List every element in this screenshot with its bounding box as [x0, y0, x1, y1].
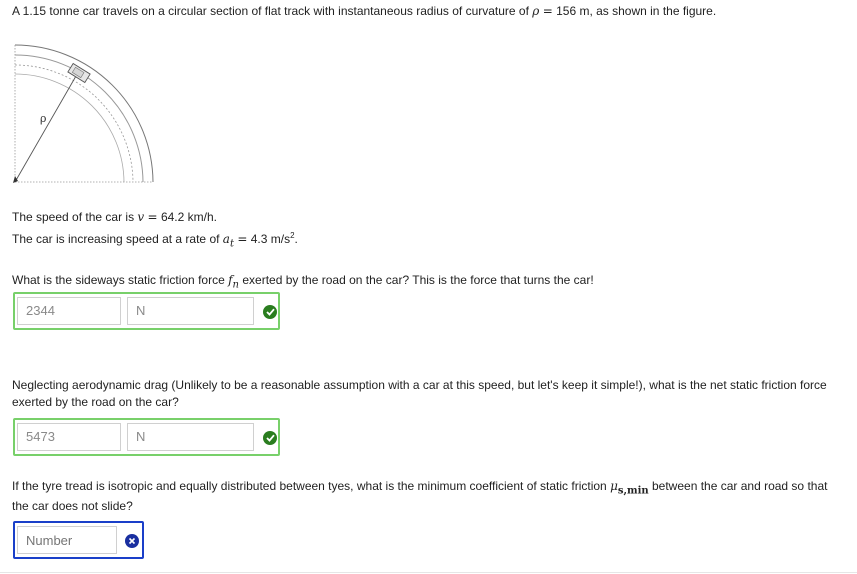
question-1-text: What is the sideways static friction for…	[12, 273, 594, 290]
q3-prefix: If the tyre tread is isotropic and equal…	[12, 479, 607, 493]
car-icon	[67, 62, 91, 84]
track-figure: ρ	[13, 44, 154, 183]
question-3-line-2: the car does not slide?	[12, 499, 133, 513]
answer-box-3	[13, 521, 144, 559]
acceleration-text: The car is increasing speed at a rate of…	[12, 231, 298, 249]
answer-box-2: 5473 N	[13, 418, 280, 456]
q3-suffix: between the car and road so that	[652, 479, 828, 493]
a-symbol: a	[222, 232, 230, 246]
question-2-line-2: exerted by the road on the car?	[12, 395, 179, 409]
question-3-line-1: If the tyre tread is isotropic and equal…	[12, 479, 827, 496]
f-subscript: n	[232, 279, 239, 291]
q1-suffix: exerted by the road on the car? This is …	[242, 273, 594, 287]
answer-input-2[interactable]: 5473	[17, 423, 121, 451]
equals-sign: =	[147, 210, 158, 224]
question-2-line-1: Neglecting aerodynamic drag (Unlikely to…	[12, 378, 827, 392]
unit-field-1[interactable]: N	[127, 297, 254, 325]
unit-field-2[interactable]: N	[127, 423, 254, 451]
equals-sign: =	[237, 232, 248, 246]
intro-prefix: A 1.15 tonne car travels on a circular s…	[12, 4, 529, 18]
v-symbol: v	[137, 210, 145, 224]
mu-subscript: s,min	[617, 485, 649, 497]
answer-box-1: 2344 N	[13, 292, 280, 330]
equals-sign: =	[542, 4, 553, 18]
q1-prefix: What is the sideways static friction for…	[12, 273, 225, 287]
correct-check-icon	[263, 431, 277, 445]
rho-symbol: ρ	[532, 4, 540, 18]
radius-line	[14, 75, 77, 183]
speed-text: The speed of the car is v = 64.2 km/h.	[12, 210, 217, 224]
accel-prefix: The car is increasing speed at a rate of	[12, 232, 220, 246]
bottom-divider	[0, 572, 857, 573]
speed-prefix: The speed of the car is	[12, 210, 135, 224]
a-subscript: t	[229, 238, 234, 250]
center-arrow	[13, 176, 18, 183]
accel-value: 4.3 m/s	[250, 232, 291, 246]
answer-input-1[interactable]: 2344	[17, 297, 121, 325]
correct-check-icon	[263, 305, 277, 319]
intro-value: 156 m, as shown in the figure.	[556, 4, 717, 18]
radius-label: ρ	[40, 112, 46, 125]
incorrect-x-icon	[125, 534, 139, 548]
mu-symbol: μ	[610, 479, 618, 493]
accel-period: .	[294, 232, 298, 246]
answer-input-3[interactable]	[17, 526, 117, 554]
speed-value: 64.2 km/h.	[160, 210, 217, 224]
intro-text: A 1.15 tonne car travels on a circular s…	[12, 4, 716, 18]
